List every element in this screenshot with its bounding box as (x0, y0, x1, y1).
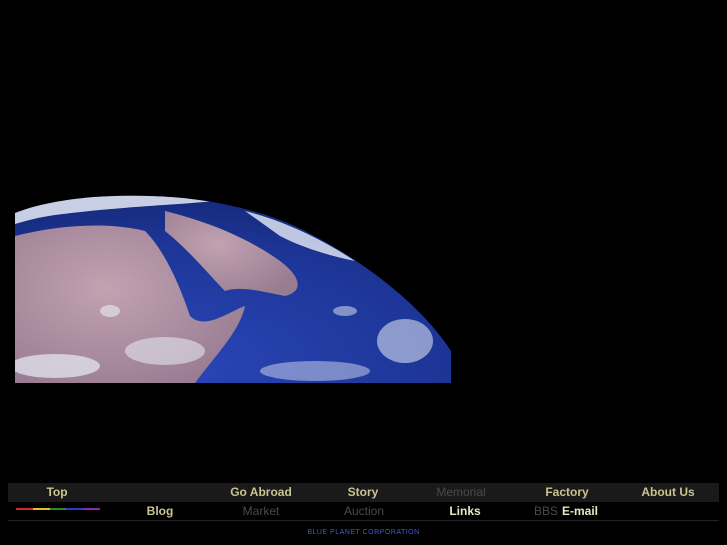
nav-auction-link: Auction (343, 504, 385, 518)
footer-copyright: BLUE PLANET CORPORATION (307, 529, 420, 536)
color-stripe-purple (83, 508, 100, 510)
nav-story-link[interactable]: Story (338, 483, 388, 502)
nav-blog-link[interactable]: Blog (134, 502, 186, 520)
color-stripe-green (49, 508, 67, 510)
page: Top Go Abroad Story Memorial Factory Abo… (0, 0, 727, 545)
nav-market-link: Market (242, 504, 280, 518)
color-stripe-red (16, 508, 33, 510)
nav-row-primary: Top Go Abroad Story Memorial Factory Abo… (8, 483, 719, 502)
color-stripe-blue (66, 508, 84, 510)
nav-memorial-link: Memorial (436, 485, 486, 499)
color-stripe (16, 508, 100, 510)
nav-go-abroad-link[interactable]: Go Abroad (220, 483, 302, 502)
nav-row-secondary: Blog Market Auction Links BBS E-mail (8, 502, 719, 521)
nav-links-link[interactable]: Links (440, 502, 490, 520)
nav-factory-link[interactable]: Factory (538, 483, 596, 502)
nav-top-link[interactable]: Top (32, 483, 82, 502)
nav-email-link[interactable]: E-mail (558, 502, 602, 520)
color-stripe-yellow (32, 508, 50, 510)
earth-image (15, 191, 451, 383)
nav-about-us-link[interactable]: About Us (636, 483, 700, 502)
